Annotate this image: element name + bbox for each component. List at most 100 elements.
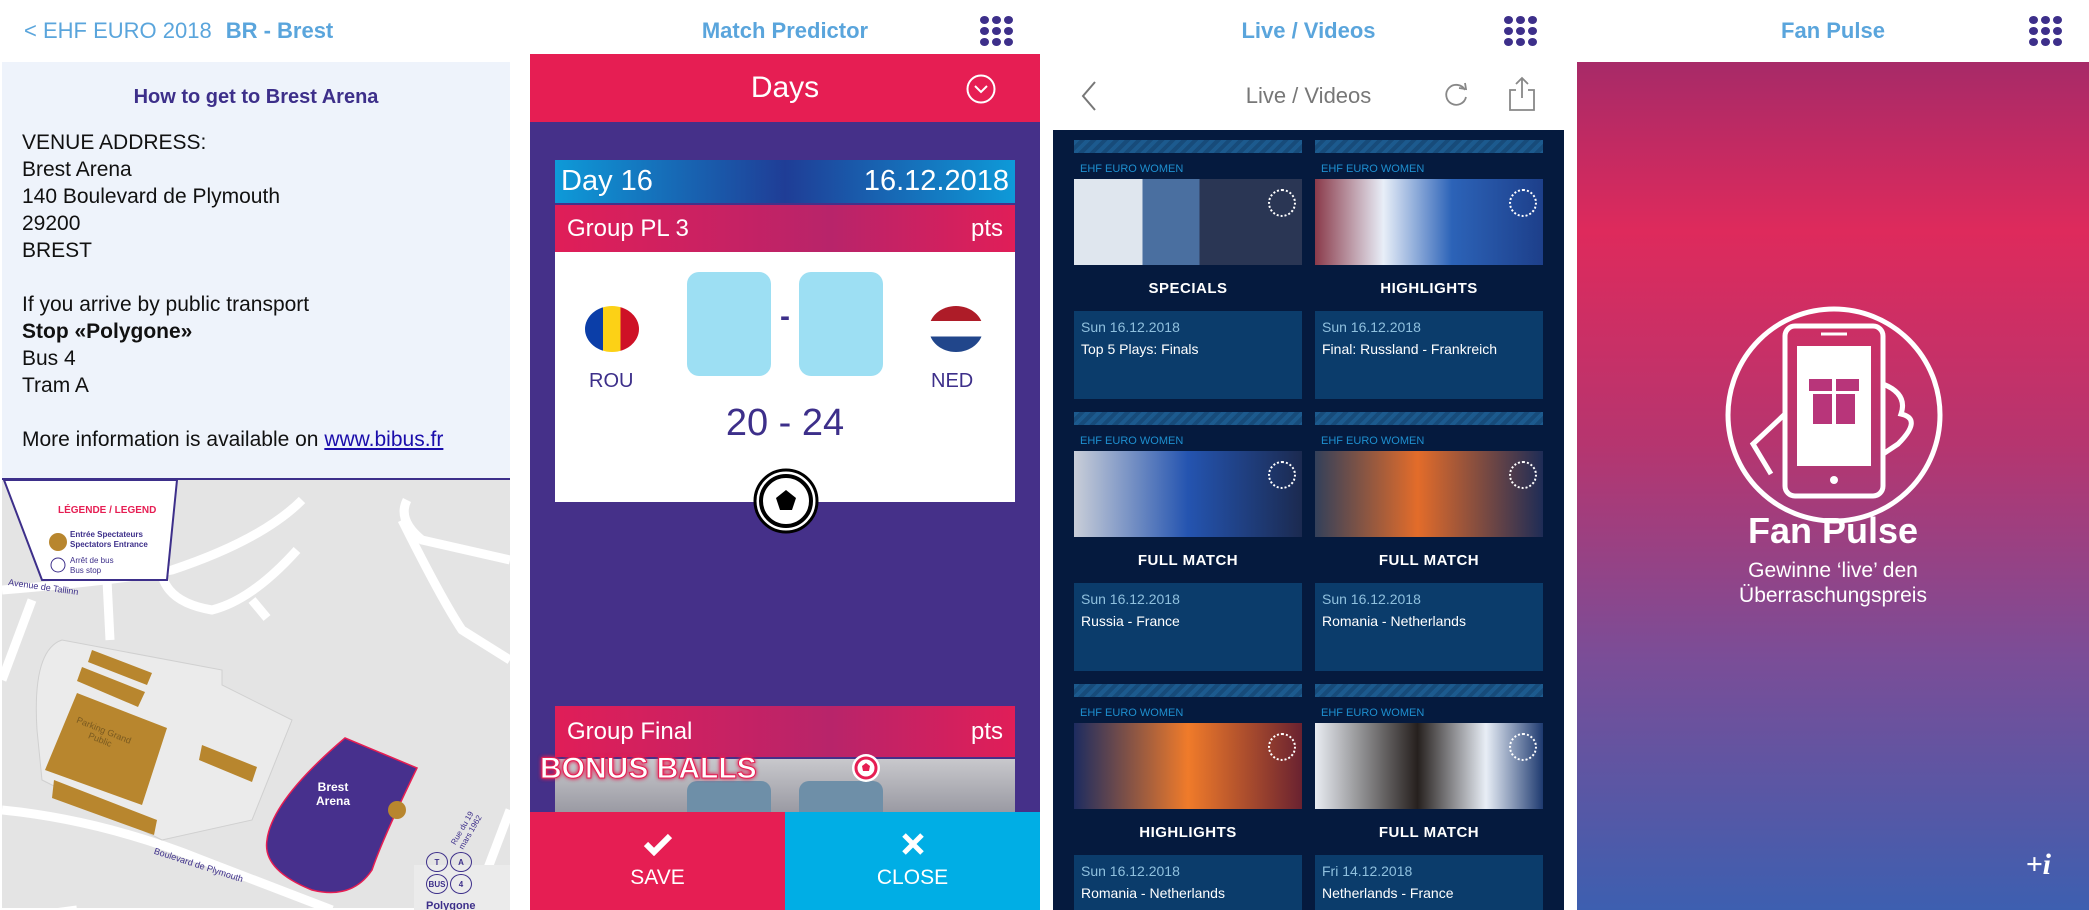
video-info[interactable]: Sun 16.12.2018 Final: Russland - Frankrei… xyxy=(1315,311,1543,399)
card-stripe xyxy=(1315,412,1543,425)
video-info[interactable]: Fri 14.12.2018 Netherlands - France xyxy=(1315,855,1543,910)
close-button[interactable]: CLOSE xyxy=(785,812,1040,910)
checkmark-icon xyxy=(643,833,672,856)
video-info[interactable]: Sun 16.12.2018 Romania - Netherlands xyxy=(1315,583,1543,671)
predictor-body: Day 16 16.12.2018 Group PL 3 pts ROU - NED… xyxy=(530,122,1040,812)
video-category: HIGHLIGHTS xyxy=(1139,824,1237,841)
menu-grid-icon[interactable] xyxy=(1504,16,1537,46)
bibus-link[interactable]: www.bibus.fr xyxy=(324,428,443,451)
fan-pulse-body[interactable]: Fan Pulse Gewinne ‘live’ den Überraschung… xyxy=(1577,62,2089,910)
close-icon xyxy=(901,833,924,855)
handball-icon xyxy=(753,468,819,534)
video-source-label: EHF EURO WOMEN xyxy=(1080,435,1184,447)
subtitle-line: Überraschungspreis xyxy=(1739,584,1927,607)
video-source-label: EHF EURO WOMEN xyxy=(1321,707,1425,719)
header: Live / Videos xyxy=(1053,0,1564,62)
video-source-label: EHF EURO WOMEN xyxy=(1080,163,1184,175)
legend-title: LÉGENDE / LEGEND xyxy=(58,505,157,516)
address-line: 140 Boulevard de Plymouth xyxy=(22,185,280,208)
video-card[interactable]: EHF EURO WOMEN FULL MATCH Sun 16.12.2018 Ru… xyxy=(1074,412,1302,671)
euro-logo-icon xyxy=(1268,733,1296,761)
day-label: Day 16 xyxy=(561,165,653,197)
stop-label: Polygone xyxy=(426,900,476,910)
group-final-bar: Group Final pts xyxy=(555,706,1015,757)
video-thumbnail[interactable] xyxy=(1315,179,1543,265)
video-card[interactable]: EHF EURO WOMEN HIGHLIGHTS Sun 16.12.2018 Fi… xyxy=(1315,140,1543,399)
bus-badge: BUS xyxy=(426,874,448,894)
video-thumbnail[interactable] xyxy=(1074,451,1302,537)
legend-entrance: Entrée Spectateurs Spectators Entrance xyxy=(70,530,148,550)
save-button[interactable]: SAVE xyxy=(530,812,785,910)
video-grid: EHF EURO WOMEN SPECIALS Sun 16.12.2018 Top … xyxy=(1053,130,1564,910)
menu-grid-icon[interactable] xyxy=(2029,16,2062,46)
header-title: BR - Brest xyxy=(225,18,334,43)
video-card[interactable]: EHF EURO WOMEN FULL MATCH Fri 14.12.2018 Ne… xyxy=(1315,684,1543,910)
score-dash: - xyxy=(780,300,790,333)
video-category: HIGHLIGHTS xyxy=(1380,280,1478,297)
pts-label: pts xyxy=(970,717,1003,745)
days-selector[interactable]: Days xyxy=(530,54,1040,122)
video-title: Final: Russland - Frankreich xyxy=(1322,341,1498,357)
legend-entrance-fr: Entrée Spectateurs xyxy=(70,530,143,539)
browser-nav: Live / Videos xyxy=(1053,62,1564,130)
fan-pulse-heading: Fan Pulse xyxy=(1747,510,1919,551)
video-thumbnail[interactable] xyxy=(1315,451,1543,537)
video-title: Romania - Netherlands xyxy=(1081,885,1225,901)
video-date: Sun 16.12.2018 xyxy=(1322,591,1421,607)
card-stripe xyxy=(1315,140,1543,153)
match-card: ROU - NED 20 - 24 xyxy=(555,252,1015,502)
bonus-ball-icon xyxy=(852,754,880,782)
stop-badges: T A BUS 4 xyxy=(426,852,476,894)
nav-title: Live / Videos xyxy=(1245,83,1372,108)
home-score-input[interactable] xyxy=(687,272,771,376)
header-title: Fan Pulse xyxy=(1781,18,1885,43)
pts-label: pts xyxy=(970,215,1003,242)
venue-heading: How to get to Brest Arena xyxy=(133,86,379,108)
video-thumbnail[interactable] xyxy=(1074,723,1302,809)
video-title: Netherlands - France xyxy=(1322,885,1454,901)
group-final-label: Group Final xyxy=(567,717,693,745)
group-label: Group PL 3 xyxy=(567,215,689,242)
card-stripe xyxy=(1074,412,1302,425)
away-score-input[interactable] xyxy=(799,272,883,376)
video-date: Sun 16.12.2018 xyxy=(1322,319,1421,335)
euro-logo-icon xyxy=(1268,461,1296,489)
card-stripe xyxy=(1074,684,1302,697)
video-date: Sun 16.12.2018 xyxy=(1081,319,1180,335)
chevron-down-icon xyxy=(966,74,996,104)
video-card[interactable]: EHF EURO WOMEN SPECIALS Sun 16.12.2018 Top … xyxy=(1074,140,1302,399)
match-result: 20 - 24 xyxy=(725,402,845,444)
refresh-icon[interactable] xyxy=(1441,80,1471,110)
live-videos-panel: Live / Videos Live / Videos EHF EURO WOM… xyxy=(1053,0,1564,910)
header-title: Match Predictor xyxy=(701,18,869,43)
menu-grid-icon[interactable] xyxy=(980,16,1013,46)
subtitle-line: Gewinne ‘live’ den xyxy=(1748,559,1918,582)
line-badge: 4 xyxy=(450,874,472,894)
venue-map[interactable]: LÉGENDE / LEGEND Entrée Spectateurs Spect… xyxy=(2,478,510,910)
video-card[interactable]: EHF EURO WOMEN HIGHLIGHTS Sun 16.12.2018 Ro… xyxy=(1074,684,1302,910)
video-thumbnail[interactable] xyxy=(1074,179,1302,265)
info-button[interactable]: +i xyxy=(2026,848,2051,882)
phone-gift-icon xyxy=(1725,306,1943,524)
bonus-input[interactable] xyxy=(799,781,883,812)
video-card[interactable]: EHF EURO WOMEN FULL MATCH Sun 16.12.2018 Ro… xyxy=(1315,412,1543,671)
legend-bus-fr: Arrêt de bus xyxy=(70,556,114,565)
video-category: FULL MATCH xyxy=(1378,824,1480,841)
back-button[interactable]: < EHF EURO 2018 xyxy=(24,18,212,44)
tram-badge: T xyxy=(426,852,448,872)
video-thumbnail[interactable] xyxy=(1315,723,1543,809)
video-info[interactable]: Sun 16.12.2018 Russia - France xyxy=(1074,583,1302,671)
header-title: Live / Videos xyxy=(1241,18,1376,43)
share-icon[interactable] xyxy=(1507,76,1537,112)
fan-pulse-subtitle: Gewinne ‘live’ den Überraschungspreis xyxy=(1577,558,2089,608)
video-info[interactable]: Sun 16.12.2018 Top 5 Plays: Finals xyxy=(1074,311,1302,399)
video-source-label: EHF EURO WOMEN xyxy=(1321,163,1425,175)
back-chevron-icon[interactable] xyxy=(1079,80,1099,112)
transport-intro: If you arrive by public transport xyxy=(22,293,310,316)
bonus-balls-label: BONUS BALLS xyxy=(540,752,758,786)
video-info[interactable]: Sun 16.12.2018 Romania - Netherlands xyxy=(1074,855,1302,910)
legend-bus-en: Bus stop xyxy=(70,566,102,575)
euro-logo-icon xyxy=(1509,189,1537,217)
video-category: FULL MATCH xyxy=(1137,552,1239,569)
euro-logo-icon xyxy=(1509,461,1537,489)
